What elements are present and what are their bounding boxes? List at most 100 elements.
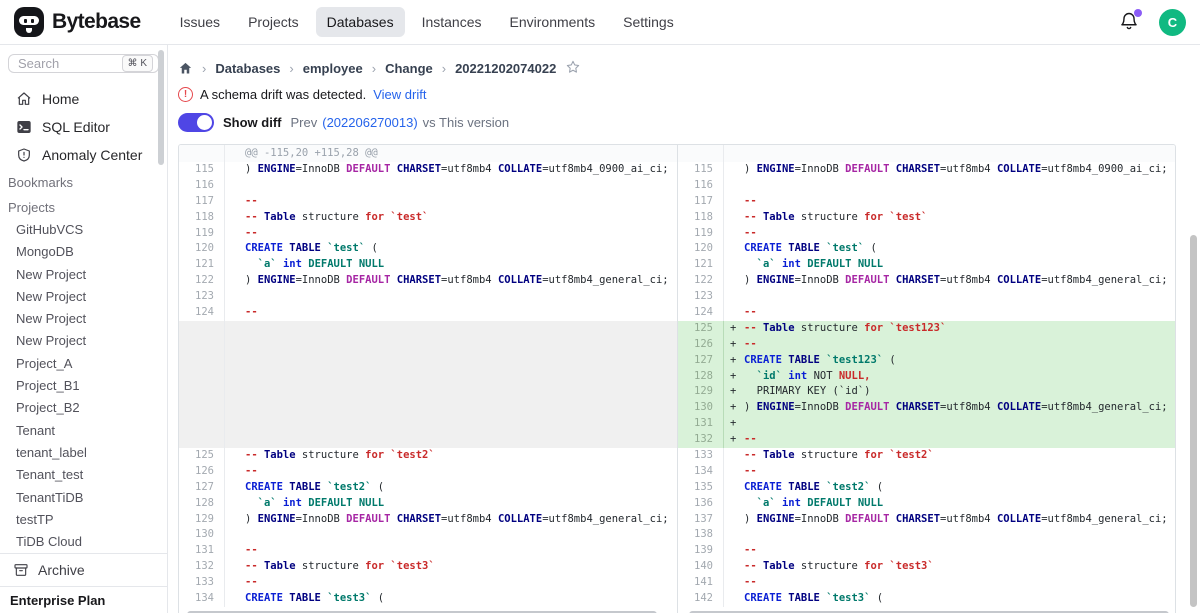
diff-line: 140-- Table structure for `test3` [678,559,1175,575]
diff-line: 122) ENGINE=InnoDB DEFAULT CHARSET=utf8m… [678,273,1175,289]
diff-line-added: 128+ `id` int NOT NULL, [678,369,1175,385]
line-code [225,384,677,400]
show-diff-toggle[interactable] [178,113,214,132]
diff-line: 118-- Table structure for `test` [678,210,1175,226]
sidebar-project-new-project[interactable]: New Project [0,308,167,330]
sidebar-project-project-a[interactable]: Project_A [0,353,167,375]
diff-line: 132-- Table structure for `test3` [179,559,677,575]
line-number: 140 [678,559,724,575]
notification-bell-button[interactable] [1119,11,1141,33]
sidebar-scrollbar[interactable] [158,50,164,165]
show-diff-label: Show diff [223,115,282,130]
line-number: 135 [678,480,724,496]
line-number [179,321,225,337]
star-icon[interactable] [565,59,581,78]
line-number: 133 [179,575,225,591]
diff-line: 117-- [179,194,677,210]
notification-badge [1134,9,1142,17]
line-code [225,400,677,416]
sidebar-project-tenanttidb[interactable]: TenantTiDB [0,487,167,509]
line-code: -- Table structure for `test3` [225,559,677,575]
nav-item-environments[interactable]: Environments [499,7,607,37]
bytebase-logo-icon [14,7,44,37]
nav-item-issues[interactable]: Issues [169,7,231,37]
line-code: -- [225,226,677,242]
sidebar-project-tidb-cloud[interactable]: TiDB Cloud [0,531,167,553]
line-number [179,353,225,369]
sidebar-project-project-b2[interactable]: Project_B2 [0,397,167,419]
line-number: 131 [179,543,225,559]
plan-label: Enterprise Plan [0,586,167,613]
breadcrumb-item-20221202074022[interactable]: 20221202074022 [455,61,556,76]
sidebar-project-new-project[interactable]: New Project [0,264,167,286]
line-code: ) ENGINE=InnoDB DEFAULT CHARSET=utf8mb4 … [724,273,1175,289]
diff-line-added: 130+) ENGINE=InnoDB DEFAULT CHARSET=utf8… [678,400,1175,416]
diff-line-added: 131+ [678,416,1175,432]
alert-message: A schema drift was detected. [200,87,366,102]
sidebar-project-new-project[interactable]: New Project [0,330,167,352]
line-code [225,178,677,194]
diff-line: 120CREATE TABLE `test` ( [179,241,677,257]
line-number: 139 [678,543,724,559]
line-number: 137 [678,512,724,528]
diff-line-added: 125+-- Table structure for `test123` [678,321,1175,337]
line-code: -- [225,305,677,321]
line-code: CREATE TABLE `test` ( [724,241,1175,257]
prev-version-link[interactable]: (202206270013) [322,115,417,130]
diff-line: 133-- [179,575,677,591]
line-code: `a` int DEFAULT NULL [724,496,1175,512]
line-code [724,178,1175,194]
view-drift-link[interactable]: View drift [373,87,426,102]
sidebar-item-label: SQL Editor [42,119,110,135]
breadcrumb-item-employee[interactable]: employee [303,61,363,76]
diff-line: 134-- [678,464,1175,480]
sidebar-project-project-b1[interactable]: Project_B1 [0,375,167,397]
line-number [179,400,225,416]
line-number: 117 [678,194,724,210]
line-number: 117 [179,194,225,210]
brand[interactable]: Bytebase [14,7,141,37]
diff-line: 116 [678,178,1175,194]
line-code: -- [225,543,677,559]
sidebar-project-tenant-test[interactable]: Tenant_test [0,464,167,486]
home-icon[interactable] [178,61,193,76]
line-code: +CREATE TABLE `test123` ( [724,353,1175,369]
home-icon [16,91,32,107]
line-number: 123 [179,289,225,305]
breadcrumb-separator: › [442,61,446,76]
breadcrumb-item-change[interactable]: Change [385,61,433,76]
diff-line: 128 `a` int DEFAULT NULL [179,496,677,512]
sidebar-item-home[interactable]: Home [0,85,167,113]
main-content: ›Databases›employee›Change›2022120207402… [168,45,1200,613]
nav-item-settings[interactable]: Settings [612,7,685,37]
sidebar-project-testtp[interactable]: testTP [0,509,167,531]
line-code [225,416,677,432]
line-code [225,369,677,385]
sidebar-project-githubvcs[interactable]: GitHubVCS [0,219,167,241]
breadcrumb-separator: › [289,61,293,76]
avatar[interactable]: C [1159,9,1186,36]
breadcrumb-item-databases[interactable]: Databases [215,61,280,76]
sidebar-item-anomaly-center[interactable]: Anomaly Center [0,141,167,169]
section-projects: Projects [0,194,167,219]
line-number: 126 [179,464,225,480]
nav-item-projects[interactable]: Projects [237,7,310,37]
nav-item-instances[interactable]: Instances [411,7,493,37]
line-code [225,337,677,353]
diff-line-filler [179,353,677,369]
line-number [179,432,225,448]
diff-pane-current: 115) ENGINE=InnoDB DEFAULT CHARSET=utf8m… [677,145,1175,613]
nav-item-databases[interactable]: Databases [316,7,405,37]
sidebar-project-tenant-label[interactable]: tenant_label [0,442,167,464]
sidebar-project-mongodb[interactable]: MongoDB [0,241,167,263]
page-scrollbar[interactable] [1190,235,1197,607]
sidebar-project-new-project[interactable]: New Project [0,286,167,308]
sidebar-project-tenant[interactable]: Tenant [0,420,167,442]
diff-pane-previous: @@ -115,20 +115,28 @@ 115) ENGINE=InnoDB… [179,145,677,613]
line-code: + PRIMARY KEY (`id`) [724,384,1175,400]
line-code [225,289,677,305]
line-code [724,289,1175,305]
sidebar-item-sql-editor[interactable]: SQL Editor [0,113,167,141]
sidebar-item-archive[interactable]: Archive [0,553,167,586]
search-input[interactable]: Search ⌘ K [8,54,159,73]
